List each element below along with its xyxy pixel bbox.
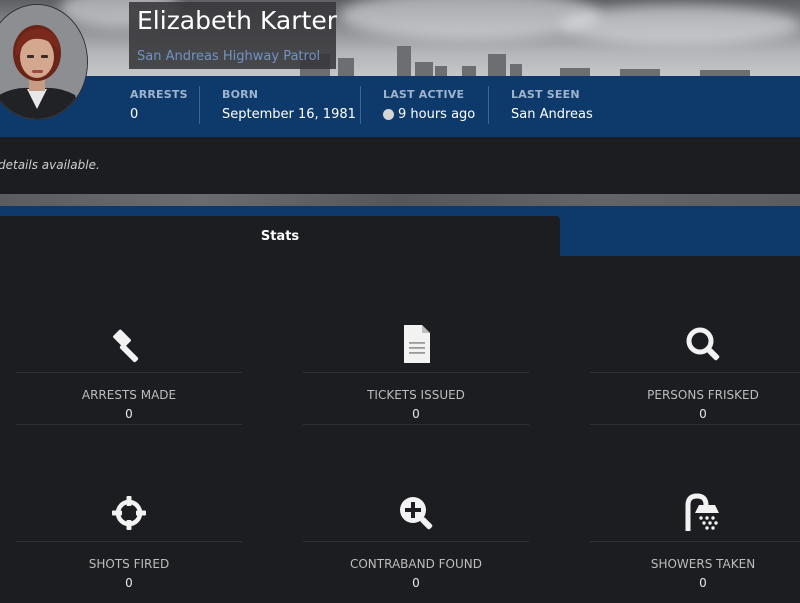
stat-arrests-made: ARRESTS MADE 0 [16, 324, 242, 434]
city-skyline [300, 46, 750, 76]
agency-link[interactable]: San Andreas Highway Patrol [137, 49, 320, 64]
info-last-active-value: 9 hours ago [398, 107, 476, 122]
crosshairs-icon [16, 493, 242, 533]
info-last-active-label: LAST ACTIVE [383, 88, 465, 101]
info-born: BORN September 16, 1981 [222, 88, 356, 122]
stat-value: 0 [412, 407, 420, 421]
tab-stats-label: Stats [260, 228, 300, 244]
zoom-in-icon [303, 493, 529, 533]
stat-value: 0 [125, 576, 133, 590]
stat-divider [16, 424, 242, 425]
profile-info-bar: ARRESTS 0 BORN September 16, 1981 LAST A… [0, 76, 800, 137]
avatar-portrait [0, 5, 87, 119]
info-last-active: LAST ACTIVE 9 hours ago [383, 88, 475, 122]
stat-value: 0 [125, 407, 133, 421]
stat-divider [590, 541, 800, 542]
stat-divider [303, 424, 529, 425]
stat-divider [303, 541, 529, 542]
banner-divider-strip [0, 194, 800, 206]
info-last-seen-value: San Andreas [511, 107, 593, 122]
search-icon [590, 324, 800, 364]
banner-cloud [340, 0, 600, 40]
info-born-label: BORN [222, 88, 259, 101]
player-name: Elizabeth Karter [137, 6, 337, 35]
name-box: Elizabeth Karter San Andreas Highway Pat… [129, 2, 337, 69]
shower-icon [590, 493, 800, 533]
stat-divider [303, 372, 529, 373]
info-born-value: September 16, 1981 [222, 107, 356, 122]
info-divider [360, 86, 361, 124]
info-divider [199, 86, 200, 124]
stat-divider [590, 424, 800, 425]
stat-contraband-found: CONTRABAND FOUND 0 [303, 493, 529, 603]
info-divider [488, 86, 489, 124]
status-dot-icon [383, 109, 394, 120]
stat-persons-frisked: PERSONS FRISKED 0 [590, 324, 800, 434]
stat-value: 0 [412, 576, 420, 590]
stat-label: TICKETS ISSUED [367, 388, 465, 402]
stat-divider [16, 372, 242, 373]
stat-value: 0 [699, 576, 707, 590]
gavel-icon [16, 324, 242, 364]
stat-value: 0 [699, 407, 707, 421]
info-arrests-value: 0 [130, 107, 139, 122]
stat-showers-taken: SHOWERS TAKEN 0 [590, 493, 800, 603]
details-text: details available. [0, 158, 100, 172]
stat-tickets-issued: TICKETS ISSUED 0 [303, 324, 529, 434]
profile-banner: Elizabeth Karter San Andreas Highway Pat… [0, 0, 800, 76]
info-last-seen: LAST SEEN San Andreas [511, 88, 593, 122]
stat-label: SHOWERS TAKEN [650, 557, 756, 571]
info-arrests: ARRESTS 0 [130, 88, 188, 122]
info-arrests-label: ARRESTS [130, 88, 188, 101]
tab-stats[interactable]: Stats [0, 216, 560, 256]
stat-shots-fired: SHOTS FIRED 0 [16, 493, 242, 603]
stat-divider [16, 541, 242, 542]
stat-label: SHOTS FIRED [88, 557, 170, 571]
info-last-active-value-row: 9 hours ago [383, 107, 475, 122]
stat-divider [590, 372, 800, 373]
stat-label: CONTRABAND FOUND [349, 557, 482, 571]
document-icon [303, 324, 529, 364]
info-last-seen-label: LAST SEEN [511, 88, 580, 101]
stat-label: ARRESTS MADE [81, 388, 177, 402]
stat-label: PERSONS FRISKED [647, 388, 759, 402]
